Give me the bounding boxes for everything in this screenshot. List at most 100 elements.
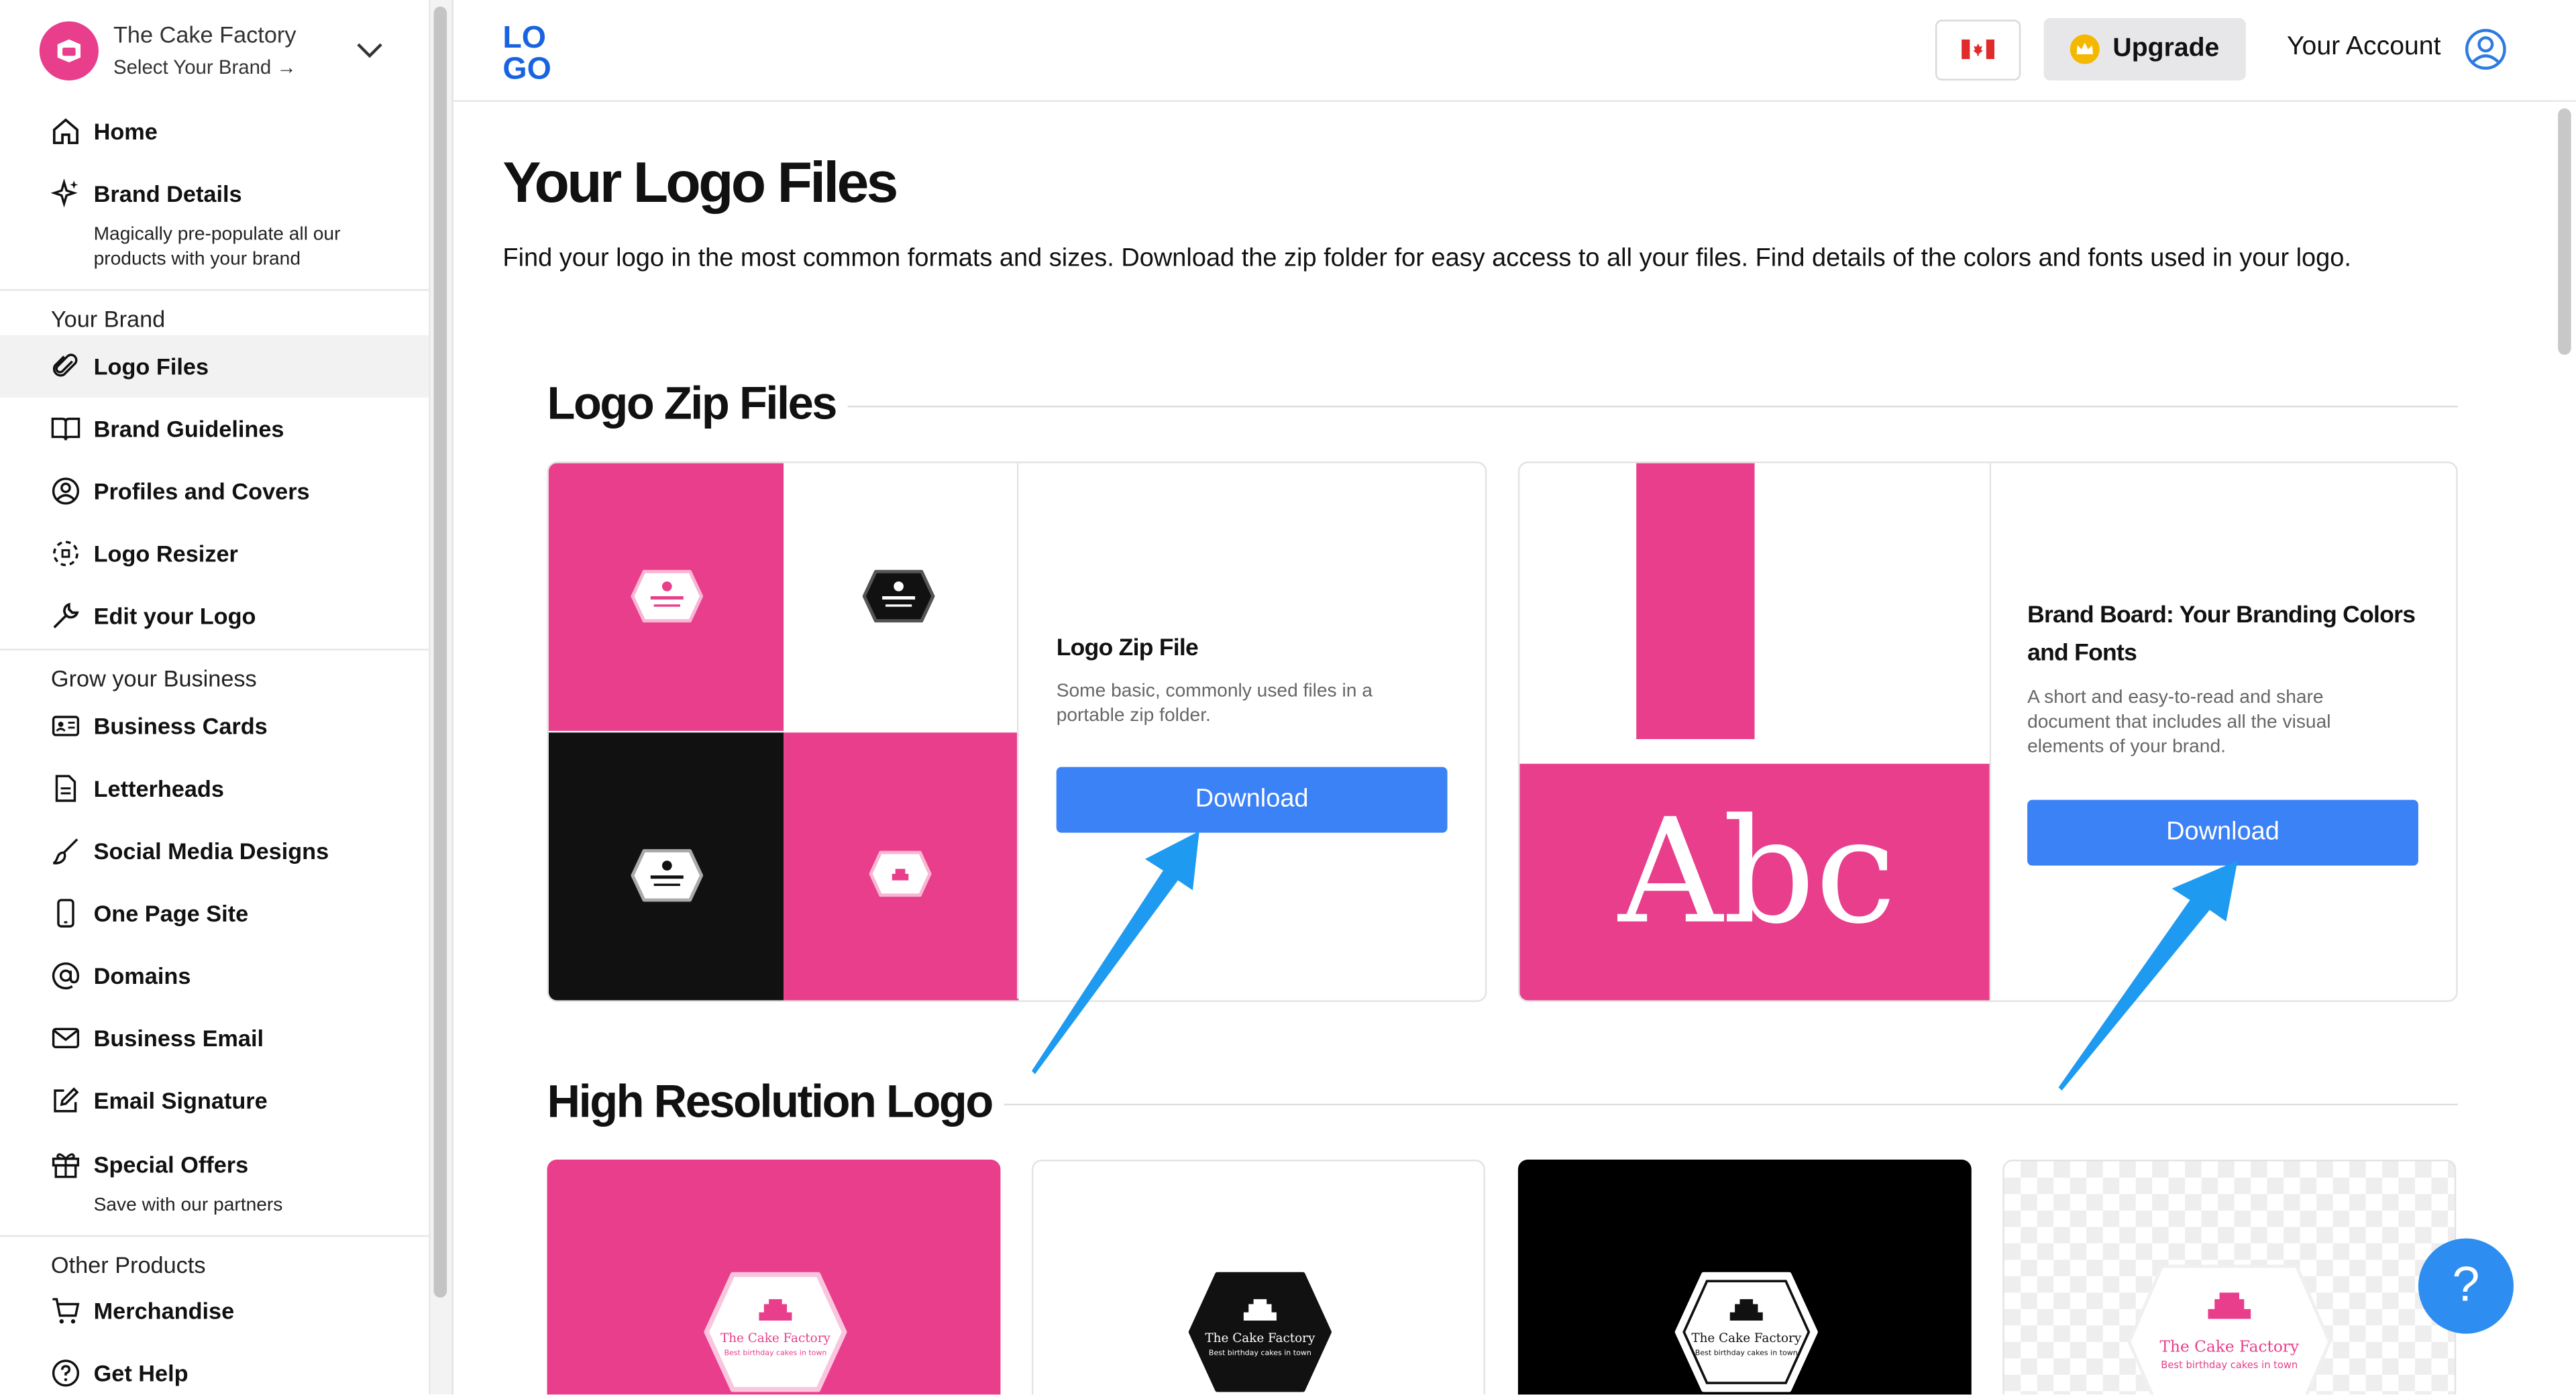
svg-text:LO: LO: [502, 19, 546, 54]
section-heading-other: Other Products: [50, 1251, 206, 1278]
upgrade-button[interactable]: Upgrade: [2043, 17, 2246, 81]
home-icon: [52, 118, 78, 144]
sidebar-item-brand-guidelines[interactable]: Brand Guidelines: [0, 398, 429, 460]
logo-preview-pink: [548, 463, 784, 731]
sidebar-item-domains[interactable]: Domains: [0, 944, 429, 1007]
chevron-down-icon[interactable]: [355, 34, 384, 64]
divider: [0, 289, 429, 291]
svg-text:The Cake Factory: The Cake Factory: [1205, 1331, 1316, 1345]
crown-icon: [2070, 34, 2100, 64]
edit-icon: [54, 1087, 79, 1113]
document-icon: [55, 775, 76, 802]
svg-text:The Cake Factory: The Cake Factory: [720, 1331, 831, 1345]
hires-logo-white[interactable]: The Cake Factory Best birthday cakes in t…: [1031, 1159, 1485, 1395]
hires-logo-pink[interactable]: The Cake Factory Best birthday cakes in t…: [547, 1159, 1001, 1395]
page-title: Your Logo Files: [502, 151, 898, 215]
sidebar-item-label: Logo Files: [93, 353, 209, 380]
sidebar-item-label: Domains: [93, 962, 191, 989]
sidebar-item-label: Business Cards: [93, 712, 268, 740]
sidebar-item-one-page-site[interactable]: One Page Site: [0, 882, 429, 944]
account-link[interactable]: Your Account: [2287, 33, 2440, 62]
sidebar-item-label: Letterheads: [93, 775, 224, 802]
section-divider: [847, 405, 2458, 408]
paperclip-icon: [52, 353, 78, 377]
annotation-arrow: [1031, 831, 1199, 1074]
font-sample-text: Abc: [1618, 787, 1896, 956]
hires-logo-transparent[interactable]: The Cake Factory Best birthday cakes in t…: [2002, 1159, 2457, 1395]
resize-icon: [53, 541, 78, 567]
select-brand-link[interactable]: Select Your Brand →: [113, 56, 297, 78]
svg-text:GO: GO: [502, 51, 551, 82]
brand-selector[interactable]: The Cake Factory Select Your Brand →: [39, 21, 401, 81]
sidebar-item-label: Home: [93, 118, 158, 145]
wrench-icon: [53, 602, 79, 628]
at-sign-icon: [52, 962, 80, 990]
svg-text:Best birthday cakes in town: Best birthday cakes in town: [724, 1348, 826, 1357]
annotation-arrow: [2058, 860, 2238, 1091]
svg-text:Best birthday cakes in town: Best birthday cakes in town: [2161, 1359, 2298, 1371]
hires-logo-black[interactable]: The Cake Factory Best birthday cakes in t…: [1517, 1159, 1972, 1395]
sidebar-item-get-help[interactable]: Get Help: [0, 1342, 429, 1394]
svg-text:The Cake Factory: The Cake Factory: [1691, 1331, 1802, 1345]
card-description: Some basic, commonly used files in a por…: [1056, 681, 1373, 726]
sidebar-item-merchandise[interactable]: Merchandise: [0, 1280, 429, 1342]
sidebar: The Cake Factory Select Your Brand → Hom…: [0, 0, 431, 1395]
sidebar-item-logo-files[interactable]: Logo Files: [0, 335, 429, 398]
id-card-icon: [52, 716, 80, 736]
help-button[interactable]: ?: [2418, 1238, 2514, 1334]
sidebar-item-logo-resizer[interactable]: Logo Resizer: [0, 522, 429, 585]
sidebar-item-label: Edit your Logo: [93, 602, 256, 629]
app-logo[interactable]: LO GO: [502, 19, 568, 82]
mail-icon: [52, 1027, 80, 1048]
section-title-high-res: High Resolution Logo: [547, 1076, 994, 1127]
sidebar-item-edit-logo[interactable]: Edit your Logo: [0, 585, 429, 647]
sidebar-item-label: Business Email: [93, 1025, 264, 1052]
book-open-icon: [51, 417, 80, 441]
sidebar-item-special-offers[interactable]: Special Offers Save with our partners: [0, 1133, 429, 1225]
sidebar-item-label: One Page Site: [93, 900, 249, 927]
sidebar-item-label: Social Media Designs: [93, 837, 329, 864]
sidebar-scrollbar-thumb[interactable]: [433, 6, 447, 1298]
svg-text:Best birthday cakes in town: Best birthday cakes in town: [1209, 1348, 1311, 1357]
sidebar-item-label: Special Offers: [93, 1151, 249, 1178]
logo-preview-pink-icon: [784, 732, 1019, 1001]
sidebar-item-label: Email Signature: [93, 1087, 268, 1114]
sidebar-item-home[interactable]: Home: [0, 100, 429, 162]
sidebar-item-business-cards[interactable]: Business Cards: [0, 695, 429, 757]
divider: [0, 1235, 429, 1237]
sidebar-item-brand-details[interactable]: Brand Details Magically pre-populate all…: [0, 162, 429, 277]
brush-icon: [52, 838, 78, 864]
card-description: A short and easy-to-read and share docum…: [2027, 688, 2331, 757]
sidebar-item-business-email[interactable]: Business Email: [0, 1007, 429, 1069]
page-description: Find your logo in the most common format…: [502, 244, 2351, 273]
cart-icon: [52, 1298, 80, 1324]
sidebar-item-label: Brand Guidelines: [93, 415, 284, 442]
brand-board-card: Abc Brand Board: Your Branding Colors an…: [1517, 461, 2458, 1002]
section-heading-your-brand: Your Brand: [50, 305, 166, 332]
main-scrollbar-thumb[interactable]: [2558, 108, 2571, 355]
section-divider: [1004, 1103, 2458, 1106]
brand-name: The Cake Factory: [113, 21, 297, 48]
sidebar-item-email-signature[interactable]: Email Signature: [0, 1069, 429, 1131]
canada-flag-icon: [1962, 39, 1995, 60]
phone-icon: [57, 899, 74, 928]
sidebar-item-description: Save with our partners: [93, 1195, 283, 1216]
sparkle-icon: [50, 178, 78, 208]
logo-preview-black: [548, 732, 784, 1001]
brand-color-swatch: [1636, 463, 1755, 740]
logo-preview-white: [784, 463, 1019, 731]
sidebar-item-profiles-covers[interactable]: Profiles and Covers: [0, 460, 429, 522]
sidebar-item-social-media[interactable]: Social Media Designs: [0, 820, 429, 882]
card-divider: [1989, 463, 1992, 1001]
card-title: Logo Zip File: [1056, 635, 1199, 662]
gift-icon: [52, 1153, 80, 1178]
sidebar-item-letterheads[interactable]: Letterheads: [0, 757, 429, 820]
sidebar-item-label: Get Help: [93, 1359, 189, 1386]
sidebar-item-label: Merchandise: [93, 1297, 235, 1324]
svg-text:Best birthday cakes in town: Best birthday cakes in town: [1695, 1348, 1798, 1357]
user-circle-icon[interactable]: [2464, 28, 2507, 71]
sidebar-item-label: Profiles and Covers: [93, 478, 310, 504]
country-selector-button[interactable]: [1935, 19, 2021, 81]
svg-text:The Cake Factory: The Cake Factory: [2160, 1338, 2300, 1356]
section-heading-grow: Grow your Business: [50, 665, 257, 692]
